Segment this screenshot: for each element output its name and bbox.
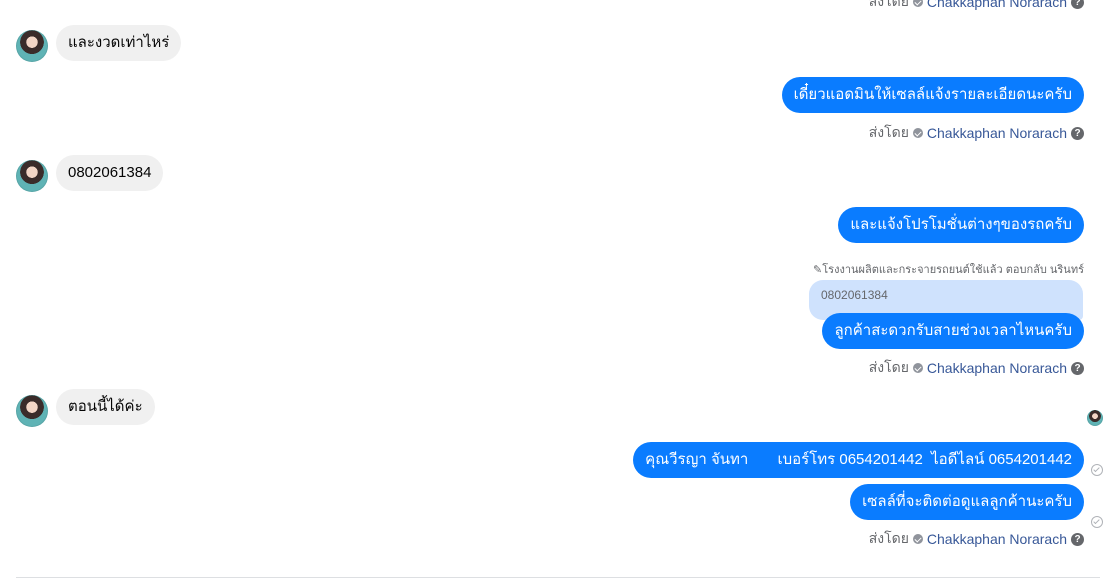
verified-icon: [912, 363, 923, 373]
verified-icon: [912, 534, 923, 544]
outgoing-message[interactable]: เดี๋ยวแอดมินให้เซลล์แจ้งรายละเอียดนะครับ: [781, 77, 1084, 113]
sent-by-prefix: ส่งโดย: [868, 124, 909, 140]
composer-divider: [16, 577, 1100, 578]
customer-avatar[interactable]: [16, 395, 48, 427]
customer-avatar[interactable]: [16, 30, 48, 62]
incoming-message[interactable]: ตอนนี้ได้ค่ะ: [56, 389, 155, 425]
sent-by-prefix: ส่งโดย: [868, 0, 909, 9]
seen-avatar: [1087, 410, 1103, 426]
reply-note: ✎โรงงานผลิตและกระจายรถยนต์ใช้แล้ว ตอบกลั…: [813, 260, 1084, 278]
outgoing-message[interactable]: คุณวีรญา จันทา เบอร์โทร 0654201442 ไอดีไ…: [633, 442, 1084, 478]
help-icon[interactable]: ?: [1071, 532, 1084, 546]
help-icon[interactable]: ?: [1071, 0, 1084, 9]
sender-name[interactable]: Chakkaphan Norarach: [927, 531, 1067, 547]
reply-icon: ✎: [813, 264, 823, 276]
reply-note-text: โรงงานผลิตและกระจายรถยนต์ใช้แล้ว ตอบกลับ…: [822, 264, 1084, 276]
incoming-message[interactable]: 0802061384: [56, 155, 164, 191]
help-icon[interactable]: ?: [1071, 361, 1084, 375]
delivered-icon: [1091, 464, 1103, 476]
verified-icon: [912, 128, 923, 138]
sent-by-label: ส่งโดย Chakkaphan Norarach ?: [869, 528, 1084, 550]
sent-by-label: ส่งโดย Chakkaphan Norarach ?: [869, 122, 1084, 144]
sent-by-prefix: ส่งโดย: [868, 530, 909, 546]
sender-name[interactable]: Chakkaphan Norarach: [927, 0, 1067, 10]
sender-name[interactable]: Chakkaphan Norarach: [927, 125, 1067, 141]
sent-by-label: ส่งโดย Chakkaphan Norarach ?: [869, 0, 1084, 13]
customer-avatar[interactable]: [16, 160, 48, 192]
sender-name[interactable]: Chakkaphan Norarach: [927, 360, 1067, 376]
outgoing-message[interactable]: เซลล์ที่จะติดต่อดูแลลูกค้านะครับ: [850, 484, 1084, 520]
outgoing-message[interactable]: และแจ้งโปรโมชั่นต่างๆของรถครับ: [838, 207, 1084, 243]
verified-icon: [912, 0, 923, 7]
delivered-icon: [1091, 516, 1103, 528]
sent-by-prefix: ส่งโดย: [868, 359, 909, 375]
help-icon[interactable]: ?: [1071, 126, 1084, 140]
outgoing-message[interactable]: ลูกค้าสะดวกรับสายช่วงเวลาไหนครับ: [822, 313, 1084, 349]
sent-by-label: ส่งโดย Chakkaphan Norarach ?: [869, 357, 1084, 379]
incoming-message[interactable]: และงวดเท่าไหร่: [56, 25, 182, 61]
